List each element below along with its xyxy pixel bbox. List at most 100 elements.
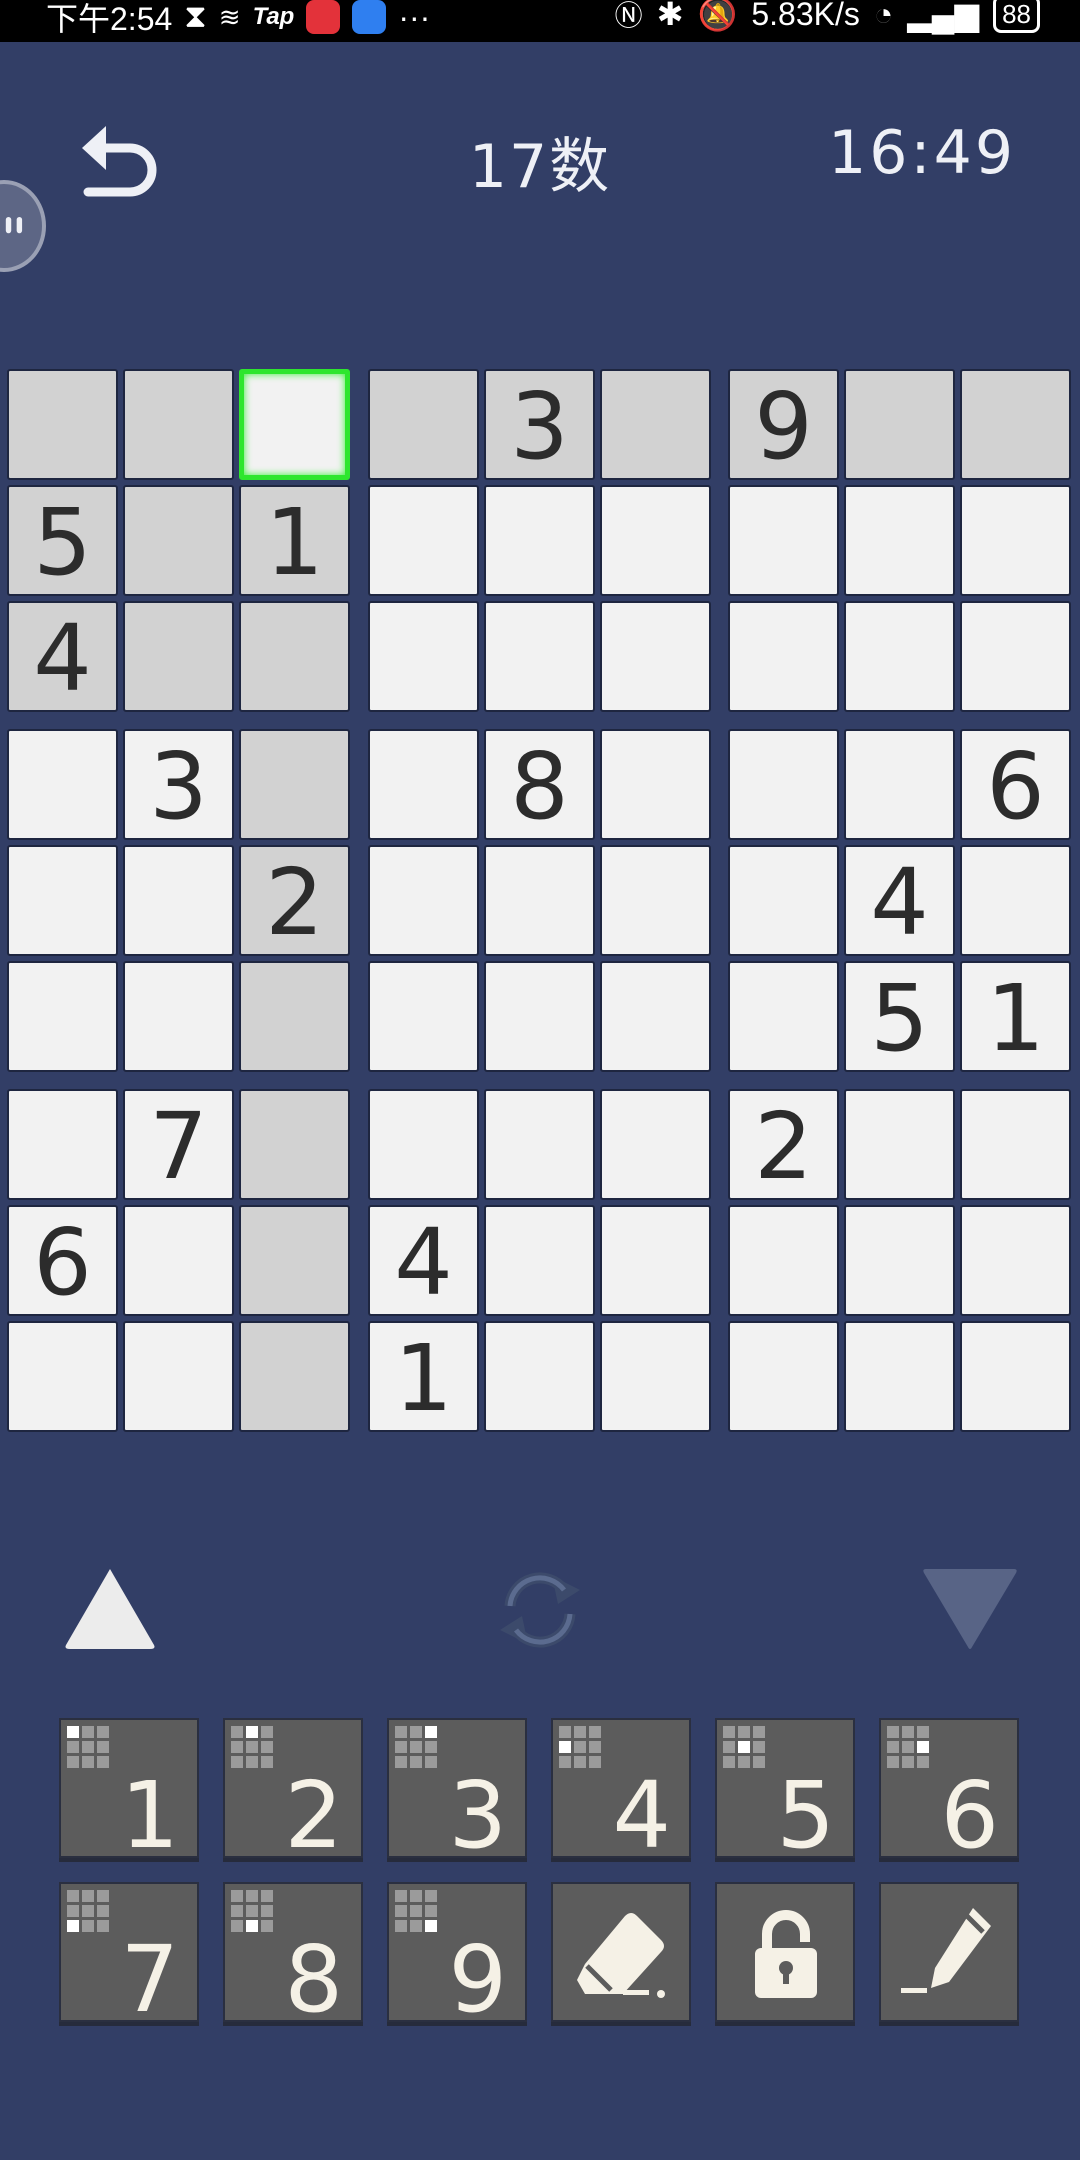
- sudoku-cell-r3c1[interactable]: 4: [7, 601, 118, 712]
- sudoku-cell-r9c7[interactable]: [728, 1321, 839, 1432]
- sudoku-cell-r5c3[interactable]: 2: [239, 845, 350, 956]
- sudoku-cell-r7c9[interactable]: [960, 1089, 1071, 1200]
- sudoku-cell-r6c1[interactable]: [7, 961, 118, 1072]
- sudoku-cell-r1c4[interactable]: [368, 369, 479, 480]
- digit-key-9[interactable]: 9: [387, 1882, 527, 2026]
- sudoku-cell-r8c1[interactable]: 6: [7, 1205, 118, 1316]
- sudoku-cell-r1c7[interactable]: 9: [728, 369, 839, 480]
- sudoku-cell-r7c8[interactable]: [844, 1089, 955, 1200]
- sudoku-cell-r8c8[interactable]: [844, 1205, 955, 1316]
- previous-button[interactable]: [62, 1565, 158, 1651]
- digit-key-4[interactable]: 4: [551, 1718, 691, 1862]
- sudoku-cell-r8c3[interactable]: [239, 1205, 350, 1316]
- digit-key-6[interactable]: 6: [879, 1718, 1019, 1862]
- sudoku-cell-r8c9[interactable]: [960, 1205, 1071, 1316]
- sudoku-cell-r1c1[interactable]: [7, 369, 118, 480]
- sudoku-cell-r2c4[interactable]: [368, 485, 479, 596]
- sudoku-cell-r4c1[interactable]: [7, 729, 118, 840]
- next-button[interactable]: [922, 1565, 1018, 1651]
- sudoku-cell-r3c9[interactable]: [960, 601, 1071, 712]
- sudoku-cell-r8c5[interactable]: [484, 1205, 595, 1316]
- sudoku-cell-r4c9[interactable]: 6: [960, 729, 1071, 840]
- sudoku-cell-r6c8[interactable]: 5: [844, 961, 955, 1072]
- sudoku-cell-r9c8[interactable]: [844, 1321, 955, 1432]
- digit-key-5[interactable]: 5: [715, 1718, 855, 1862]
- sudoku-cell-r4c8[interactable]: [844, 729, 955, 840]
- sudoku-cell-r7c3[interactable]: [239, 1089, 350, 1200]
- sudoku-cell-r3c5[interactable]: [484, 601, 595, 712]
- sudoku-cell-r8c4[interactable]: 4: [368, 1205, 479, 1316]
- sudoku-cell-r1c8[interactable]: [844, 369, 955, 480]
- eraser-button[interactable]: [551, 1882, 691, 2022]
- sudoku-cell-r8c2[interactable]: [123, 1205, 234, 1316]
- sudoku-cell-r3c7[interactable]: [728, 601, 839, 712]
- sudoku-cell-r3c3[interactable]: [239, 601, 350, 712]
- digit-key-2[interactable]: 2: [223, 1718, 363, 1862]
- sudoku-cell-r1c6[interactable]: [600, 369, 711, 480]
- sudoku-cell-r3c8[interactable]: [844, 601, 955, 712]
- sudoku-cell-r3c4[interactable]: [368, 601, 479, 712]
- sudoku-cell-r2c5[interactable]: [484, 485, 595, 596]
- sudoku-cell-r9c2[interactable]: [123, 1321, 234, 1432]
- sudoku-cell-r6c9[interactable]: 1: [960, 961, 1071, 1072]
- sudoku-cell-r6c7[interactable]: [728, 961, 839, 1072]
- sudoku-cell-r6c4[interactable]: [368, 961, 479, 1072]
- sudoku-cell-r7c7[interactable]: 2: [728, 1089, 839, 1200]
- sudoku-cell-r1c5[interactable]: 3: [484, 369, 595, 480]
- pencil-button[interactable]: [879, 1882, 1019, 2022]
- sudoku-cell-r5c2[interactable]: [123, 845, 234, 956]
- digit-key-8[interactable]: 8: [223, 1882, 363, 2026]
- digit-grid-icon: [887, 1726, 933, 1772]
- sudoku-cell-r5c6[interactable]: [600, 845, 711, 956]
- sudoku-cell-r5c4[interactable]: [368, 845, 479, 956]
- sudoku-cell-r9c3[interactable]: [239, 1321, 350, 1432]
- sudoku-cell-r4c5[interactable]: 8: [484, 729, 595, 840]
- sudoku-cell-r2c9[interactable]: [960, 485, 1071, 596]
- sudoku-cell-r8c7[interactable]: [728, 1205, 839, 1316]
- floating-assistant-icon[interactable]: [0, 180, 46, 272]
- digit-key-3[interactable]: 3: [387, 1718, 527, 1862]
- sudoku-cell-r6c3[interactable]: [239, 961, 350, 1072]
- sudoku-cell-r4c2[interactable]: 3: [123, 729, 234, 840]
- sudoku-cell-r4c6[interactable]: [600, 729, 711, 840]
- lock-button[interactable]: [715, 1882, 855, 2022]
- sudoku-cell-r4c7[interactable]: [728, 729, 839, 840]
- digit-key-label: 2: [284, 1762, 343, 1869]
- sudoku-cell-r2c1[interactable]: 5: [7, 485, 118, 596]
- sudoku-cell-r7c5[interactable]: [484, 1089, 595, 1200]
- sudoku-cell-r5c1[interactable]: [7, 845, 118, 956]
- sudoku-cell-r1c9[interactable]: [960, 369, 1071, 480]
- sudoku-cell-r3c6[interactable]: [600, 601, 711, 712]
- sudoku-cell-r6c5[interactable]: [484, 961, 595, 1072]
- sudoku-cell-r7c1[interactable]: [7, 1089, 118, 1200]
- sudoku-cell-r7c4[interactable]: [368, 1089, 479, 1200]
- sudoku-cell-r2c7[interactable]: [728, 485, 839, 596]
- sudoku-cell-r5c5[interactable]: [484, 845, 595, 956]
- sudoku-cell-r7c6[interactable]: [600, 1089, 711, 1200]
- digit-grid-icon: [67, 1890, 113, 1936]
- sudoku-cell-r5c9[interactable]: [960, 845, 1071, 956]
- refresh-button[interactable]: [490, 1560, 590, 1660]
- sudoku-cell-r3c2[interactable]: [123, 601, 234, 712]
- sudoku-cell-r8c6[interactable]: [600, 1205, 711, 1316]
- sudoku-cell-r1c3[interactable]: [239, 369, 350, 480]
- sudoku-cell-r5c8[interactable]: 4: [844, 845, 955, 956]
- sudoku-cell-r5c7[interactable]: [728, 845, 839, 956]
- sudoku-cell-r9c4[interactable]: 1: [368, 1321, 479, 1432]
- sudoku-cell-r2c3[interactable]: 1: [239, 485, 350, 596]
- sudoku-cell-r4c3[interactable]: [239, 729, 350, 840]
- sudoku-cell-r2c2[interactable]: [123, 485, 234, 596]
- digit-key-1[interactable]: 1: [59, 1718, 199, 1862]
- sudoku-cell-r9c9[interactable]: [960, 1321, 1071, 1432]
- sudoku-cell-r9c6[interactable]: [600, 1321, 711, 1432]
- sudoku-cell-r2c8[interactable]: [844, 485, 955, 596]
- sudoku-cell-r9c1[interactable]: [7, 1321, 118, 1432]
- sudoku-cell-r4c4[interactable]: [368, 729, 479, 840]
- digit-key-7[interactable]: 7: [59, 1882, 199, 2026]
- sudoku-cell-r6c6[interactable]: [600, 961, 711, 1072]
- sudoku-cell-r7c2[interactable]: 7: [123, 1089, 234, 1200]
- sudoku-cell-r1c2[interactable]: [123, 369, 234, 480]
- sudoku-cell-r9c5[interactable]: [484, 1321, 595, 1432]
- sudoku-cell-r6c2[interactable]: [123, 961, 234, 1072]
- sudoku-cell-r2c6[interactable]: [600, 485, 711, 596]
